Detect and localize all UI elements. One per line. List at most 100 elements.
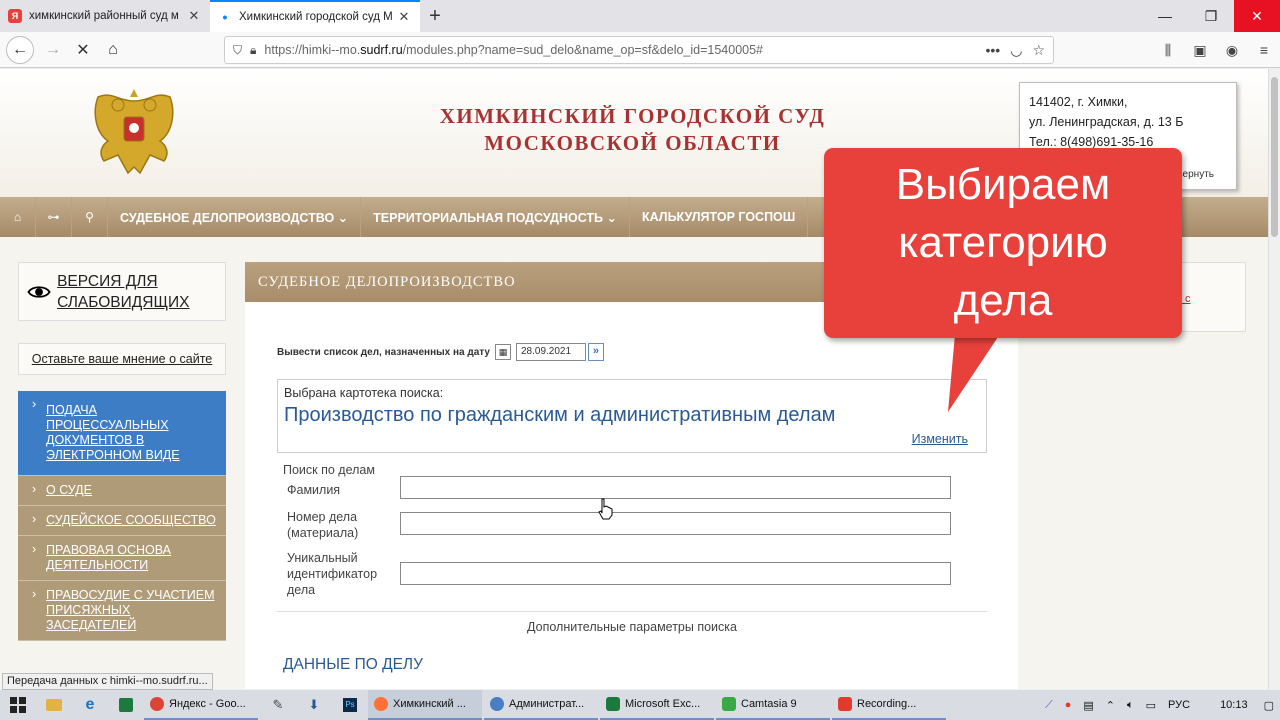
annotation-callout: Выбираем категорию дела bbox=[824, 148, 1182, 338]
feedback-link[interactable]: Оставьте ваше мнение о сайте bbox=[18, 343, 226, 375]
clock[interactable]: 10:13 bbox=[1220, 699, 1248, 711]
system-tray: ⟋ ● ▤ ⌃ 🔈︎ ▭ РУС 10:13 ▢ bbox=[1039, 690, 1280, 720]
surname-input[interactable] bbox=[400, 476, 951, 499]
url-text: https://himki--mo.sudrf.ru/modules.php?n… bbox=[264, 43, 764, 57]
close-tab-icon[interactable]: ✕ bbox=[396, 9, 412, 25]
address-line: ул. Ленинградская, д. 13 Б bbox=[1029, 115, 1184, 129]
tray-expand-icon[interactable]: ⌃ bbox=[1106, 699, 1115, 712]
accessibility-version-link[interactable]: ВЕРСИЯ ДЛЯ СЛАБОВИДЯЩИХ bbox=[18, 262, 226, 321]
court-title: ХИМКИНСКИЙ ГОРОДСКОЙ СУД МОСКОВСКОЙ ОБЛА… bbox=[380, 103, 885, 157]
browser-tab-2[interactable]: • Химкинский городской суд М ✕ bbox=[210, 0, 420, 32]
pinned-app-icon[interactable]: ✎ bbox=[260, 690, 296, 720]
menu-icon[interactable]: ≡ bbox=[1248, 42, 1280, 58]
status-bar: Передача данных с himki--mo.sudrf.ru... bbox=[2, 673, 213, 690]
case-number-input[interactable] bbox=[400, 512, 951, 535]
tab-title: химкинский районный суд м bbox=[29, 10, 179, 22]
tray-app-icon[interactable]: ● bbox=[1065, 699, 1072, 711]
date-go-button[interactable]: » bbox=[587, 343, 604, 361]
selected-catalog-label: Выбрана картотека поиска: bbox=[284, 386, 444, 400]
maximize-icon[interactable]: ❐ bbox=[1188, 0, 1234, 32]
pocket-icon[interactable]: ◡ bbox=[1010, 42, 1022, 59]
sidebar-item-electronic-filing[interactable]: ПОДАЧА ПРОЦЕССУАЛЬНЫХ ДОКУМЕНТОВ В ЭЛЕКТ… bbox=[18, 391, 226, 476]
file-explorer-icon[interactable] bbox=[36, 690, 72, 720]
case-data-heading: ДАННЫЕ ПО ДЕЛУ bbox=[283, 656, 423, 673]
stop-button[interactable]: ✕ bbox=[68, 35, 98, 65]
new-tab-button[interactable]: + bbox=[420, 0, 450, 32]
yandex-icon: Я bbox=[8, 9, 22, 23]
address-toggle-link[interactable]: вернуть bbox=[1177, 165, 1214, 185]
menu-item-court-proceedings[interactable]: СУДЕБНОЕ ДЕЛОПРОИЗВОДСТВО ⌄ bbox=[108, 197, 362, 237]
taskbar: e Яндекс - Goo... ✎ ⬇ Ps Химкинский ... … bbox=[0, 690, 1280, 720]
notification-icon[interactable]: ▢ bbox=[1264, 699, 1274, 712]
back-button[interactable]: ← bbox=[6, 35, 34, 64]
taskbar-app-camtasia[interactable]: Camtasia 9 bbox=[716, 690, 830, 720]
close-window-icon[interactable]: ✕ bbox=[1234, 0, 1280, 32]
eye-icon bbox=[27, 285, 51, 298]
bookmark-star-icon[interactable]: ☆ bbox=[1032, 42, 1045, 59]
change-catalog-link[interactable]: Изменить bbox=[912, 432, 968, 446]
excel-pinned-icon[interactable] bbox=[108, 690, 144, 720]
court-title-line1: ХИМКИНСКИЙ ГОРОДСКОЙ СУД bbox=[439, 104, 826, 128]
account-icon[interactable]: ◉ bbox=[1216, 42, 1248, 59]
unique-id-input[interactable] bbox=[400, 562, 951, 585]
taskbar-app-admin[interactable]: Администрат... bbox=[484, 690, 598, 720]
page-actions-icon[interactable]: ••• bbox=[986, 42, 1001, 58]
selected-catalog-box: Выбрана картотека поиска: Производство п… bbox=[277, 379, 987, 453]
taskbar-app-firefox[interactable]: Химкинский ... bbox=[368, 690, 482, 720]
sidebar-item-judges[interactable]: СУДЕЙСКОЕ СООБЩЕСТВО bbox=[18, 506, 226, 536]
library-icon[interactable]: ⫼ bbox=[1152, 42, 1184, 59]
sidebar-menu: ПОДАЧА ПРОЦЕССУАЛЬНЫХ ДОКУМЕНТОВ В ЭЛЕКТ… bbox=[18, 391, 226, 641]
tray-volume-icon[interactable]: 🔈︎ bbox=[1127, 699, 1134, 712]
surname-label: Фамилия bbox=[287, 483, 341, 497]
menu-item-jurisdiction[interactable]: ТЕРРИТОРИАЛЬНАЯ ПОДСУДНОСТЬ ⌄ bbox=[361, 197, 630, 237]
tab-title: Химкинский городской суд М bbox=[239, 11, 393, 23]
search-title: Поиск по делам bbox=[283, 463, 375, 477]
home-button[interactable]: ⌂ bbox=[98, 35, 128, 65]
callout-line: категорию bbox=[898, 218, 1108, 267]
case-number-label: Номер дела (материала) bbox=[287, 510, 359, 540]
page-scrollbar[interactable] bbox=[1268, 69, 1280, 689]
tray-pen-icon[interactable]: ⟋ bbox=[1045, 699, 1053, 712]
menu-item-fee-calculator[interactable]: КАЛЬКУЛЯТОР ГОСПОШ bbox=[630, 197, 809, 237]
tray-display-icon[interactable]: ▭ bbox=[1146, 699, 1156, 712]
windows-start-icon[interactable] bbox=[0, 690, 36, 720]
browser-nav-bar: ← → ✕ ⌂ ⛉ 🔒︎ https://himki--mo.sudrf.ru/… bbox=[0, 32, 1280, 68]
date-label: Вывести список дел, назначенных на дату bbox=[277, 346, 490, 358]
sitemap-menu-icon[interactable]: ⊶ bbox=[36, 197, 72, 237]
selected-catalog-value: Производство по гражданским и администра… bbox=[284, 404, 836, 426]
window-controls: — ❐ ✕ bbox=[1142, 0, 1280, 32]
loading-icon: • bbox=[222, 9, 228, 25]
internet-explorer-icon[interactable]: e bbox=[72, 690, 108, 720]
accessibility-label: ВЕРСИЯ ДЛЯ СЛАБОВИДЯЩИХ bbox=[57, 272, 190, 311]
sidebar-icon[interactable]: ▣ bbox=[1184, 42, 1216, 59]
address-line: 141402, г. Химки, bbox=[1029, 95, 1128, 109]
lock-icon: 🔒︎ bbox=[250, 42, 257, 57]
calendar-icon[interactable]: ▦ bbox=[494, 344, 511, 360]
search-menu-icon[interactable]: ⚲ bbox=[72, 197, 108, 237]
home-menu-icon[interactable]: ⌂ bbox=[0, 197, 36, 237]
pinned-app-icon-2[interactable]: ⬇ bbox=[296, 690, 332, 720]
court-title-line2: МОСКОВСКОЙ ОБЛАСТИ bbox=[484, 131, 781, 155]
language-indicator[interactable]: РУС bbox=[1168, 699, 1190, 711]
tray-network-icon[interactable]: ▤ bbox=[1083, 699, 1093, 712]
scrollbar-thumb[interactable] bbox=[1271, 77, 1278, 237]
left-sidebar: ВЕРСИЯ ДЛЯ СЛАБОВИДЯЩИХ Оставьте ваше мн… bbox=[18, 262, 226, 641]
taskbar-app-excel[interactable]: Microsoft Exc... bbox=[600, 690, 714, 720]
taskbar-app-recording[interactable]: Recording... bbox=[832, 690, 946, 720]
minimize-icon[interactable]: — bbox=[1142, 0, 1188, 32]
hand-cursor-icon bbox=[598, 498, 613, 520]
browser-tab-1[interactable]: Я химкинский районный суд м ✕ bbox=[0, 0, 210, 32]
extra-params-toggle[interactable]: Дополнительные параметры поиска bbox=[277, 620, 987, 634]
callout-line: Выбираем bbox=[895, 160, 1111, 209]
address-bar[interactable]: ⛉ 🔒︎ https://himki--mo.sudrf.ru/modules.… bbox=[224, 36, 1054, 64]
sidebar-item-about-court[interactable]: О СУДЕ bbox=[18, 476, 226, 506]
photoshop-icon[interactable]: Ps bbox=[332, 690, 368, 720]
taskbar-app-chrome[interactable]: Яндекс - Goo... bbox=[144, 690, 258, 720]
browser-tab-bar: Я химкинский районный суд м ✕ • Химкинск… bbox=[0, 0, 1280, 32]
callout-line: дела bbox=[953, 276, 1053, 325]
forward-button[interactable]: → bbox=[38, 35, 68, 65]
sidebar-item-jury[interactable]: ПРАВОСУДИЕ С УЧАСТИЕМ ПРИСЯЖНЫХ ЗАСЕДАТЕ… bbox=[18, 581, 226, 641]
close-tab-icon[interactable]: ✕ bbox=[186, 8, 202, 24]
date-input[interactable]: 28.09.2021 bbox=[515, 343, 586, 361]
sidebar-item-legal-basis[interactable]: ПРАВОВАЯ ОСНОВА ДЕЯТЕЛЬНОСТИ bbox=[18, 536, 226, 581]
